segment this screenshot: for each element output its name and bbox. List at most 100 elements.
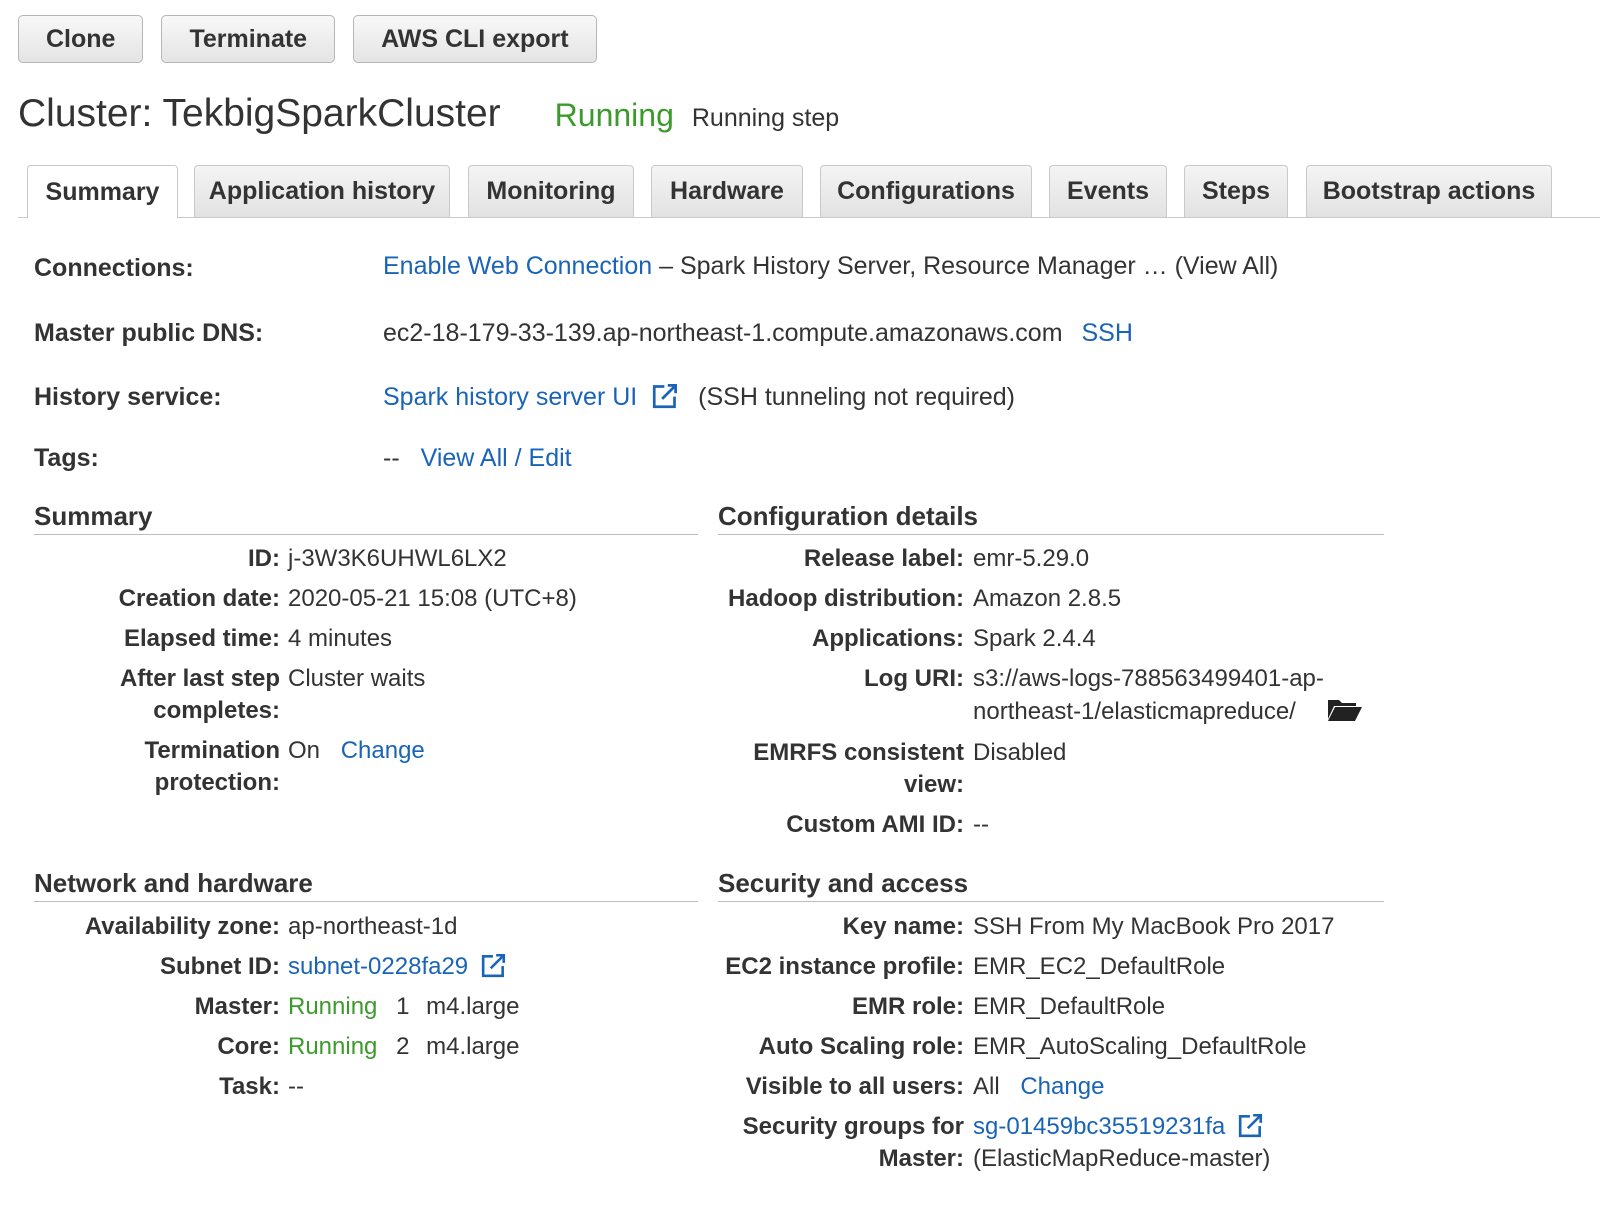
applications-label: Applications: xyxy=(811,625,964,652)
master-value: Running 1 m4.large xyxy=(288,991,519,1023)
after-last-step-label-line1: After last step xyxy=(119,665,280,692)
subnet-id-link[interactable]: subnet-0228fa29 xyxy=(288,953,468,980)
external-link-icon[interactable] xyxy=(1238,1112,1264,1147)
connections-label: Connections: xyxy=(34,254,194,282)
security-groups-master-label-line1: Security groups for xyxy=(742,1113,964,1140)
termination-protection-value: On Change xyxy=(288,735,425,767)
visible-to-all-users-change-link[interactable]: Change xyxy=(1020,1073,1104,1100)
page-title: Cluster: TekbigSparkCluster xyxy=(18,92,501,135)
core-status: Running xyxy=(288,1033,378,1060)
tags-value: -- View All / Edit xyxy=(383,444,572,473)
tab-application-history[interactable]: Application history xyxy=(194,165,450,217)
tab-steps[interactable]: Steps xyxy=(1184,165,1288,217)
termination-protection-label-line2: protection: xyxy=(154,769,280,796)
aws-cli-export-button[interactable]: AWS CLI export xyxy=(353,15,597,63)
network-hardware-heading: Network and hardware xyxy=(34,868,698,902)
external-link-icon[interactable] xyxy=(481,952,507,987)
elapsed-time-value: 4 minutes xyxy=(288,625,393,652)
master-count: 1 xyxy=(396,993,410,1020)
tab-events[interactable]: Events xyxy=(1049,165,1167,217)
termination-protection-label-line1: Termination xyxy=(144,737,280,764)
terminate-button[interactable]: Terminate xyxy=(161,15,336,63)
elapsed-time-label: Elapsed time: xyxy=(123,625,280,652)
security-groups-master-label-line2: Master: xyxy=(878,1145,964,1172)
task-label: Task: xyxy=(219,1073,280,1100)
security-group-name: (ElasticMapReduce-master) xyxy=(973,1145,1271,1172)
master-instance-type: m4.large xyxy=(426,993,520,1020)
folder-open-icon[interactable] xyxy=(1327,696,1363,731)
spark-history-server-link[interactable]: Spark history server UI xyxy=(383,383,637,411)
emrfs-consistent-view-label-line1: EMRFS consistent xyxy=(753,739,964,766)
custom-ami-id-label: Custom AMI ID: xyxy=(786,811,964,838)
emr-role-value: EMR_DefaultRole xyxy=(973,993,1166,1020)
emrfs-consistent-view-label-line2: view: xyxy=(903,771,964,798)
cluster-status-detail: Running step xyxy=(691,104,840,132)
connections-description: – Spark History Server, Resource Manager… xyxy=(659,252,1279,280)
external-link-icon[interactable] xyxy=(652,382,679,416)
ec2-instance-profile-label: EC2 instance profile: xyxy=(725,953,964,980)
visible-to-all-users-state: All xyxy=(973,1073,1000,1100)
security-group-link[interactable]: sg-01459bc35519231fa xyxy=(973,1113,1225,1140)
tags-empty: -- xyxy=(383,444,400,472)
core-instance-type: m4.large xyxy=(426,1033,520,1060)
log-uri-label: Log URI: xyxy=(864,665,964,692)
clone-button[interactable]: Clone xyxy=(18,15,144,63)
core-value: Running 2 m4.large xyxy=(288,1031,519,1063)
master-dns-label: Master public DNS: xyxy=(34,319,264,347)
cluster-header: Cluster: TekbigSparkCluster Running Runn… xyxy=(18,92,839,136)
enable-web-connection-link[interactable]: Enable Web Connection xyxy=(383,252,652,280)
applications-value: Spark 2.4.4 xyxy=(973,625,1096,652)
hadoop-distribution-label: Hadoop distribution: xyxy=(728,585,964,612)
tab-hardware[interactable]: Hardware xyxy=(651,165,803,217)
log-uri-value-line2: northeast-1/elasticmapreduce/ xyxy=(973,698,1296,725)
auto-scaling-role-value: EMR_AutoScaling_DefaultRole xyxy=(973,1033,1307,1060)
tab-summary[interactable]: Summary xyxy=(27,165,178,218)
master-dns-text: ec2-18-179-33-139.ap-northeast-1.compute… xyxy=(383,319,1063,347)
ec2-instance-profile-value: EMR_EC2_DefaultRole xyxy=(973,953,1226,980)
master-dns-value: ec2-18-179-33-139.ap-northeast-1.compute… xyxy=(383,319,1133,348)
subnet-id-value: subnet-0228fa29 xyxy=(288,951,507,987)
log-uri-value-line1: s3://aws-logs-788563499401-ap- xyxy=(973,665,1324,692)
summary-heading: Summary xyxy=(34,501,698,535)
release-label-value: emr-5.29.0 xyxy=(973,545,1090,572)
tags-label: Tags: xyxy=(34,444,99,472)
availability-zone-value: ap-northeast-1d xyxy=(288,913,458,940)
termination-protection-state: On xyxy=(288,737,321,764)
after-last-step-value: Cluster waits xyxy=(288,665,426,692)
security-groups-master-value: sg-01459bc35519231fa xyxy=(973,1111,1264,1147)
auto-scaling-role-label: Auto Scaling role: xyxy=(758,1033,964,1060)
key-name-value: SSH From My MacBook Pro 2017 xyxy=(973,913,1335,940)
master-status: Running xyxy=(288,993,378,1020)
history-service-value: Spark history server UI (SSH tunneling n… xyxy=(383,382,1015,416)
ssh-link[interactable]: SSH xyxy=(1082,319,1133,347)
tags-view-edit-link[interactable]: View All / Edit xyxy=(421,444,572,472)
tab-configurations[interactable]: Configurations xyxy=(820,165,1032,217)
key-name-label: Key name: xyxy=(842,913,964,940)
visible-to-all-users-label: Visible to all users: xyxy=(745,1073,964,1100)
creation-date-label: Creation date: xyxy=(118,585,280,612)
termination-protection-change-link[interactable]: Change xyxy=(341,737,425,764)
toolbar: Clone Terminate AWS CLI export xyxy=(18,15,597,63)
history-service-note: (SSH tunneling not required) xyxy=(698,383,1016,411)
hadoop-distribution-value: Amazon 2.8.5 xyxy=(973,585,1122,612)
tab-bootstrap-actions[interactable]: Bootstrap actions xyxy=(1306,165,1552,217)
after-last-step-label-line2: completes: xyxy=(153,697,280,724)
emr-role-label: EMR role: xyxy=(851,993,964,1020)
visible-to-all-users-value: All Change xyxy=(973,1071,1104,1103)
task-value: -- xyxy=(288,1073,304,1100)
cluster-status: Running xyxy=(554,97,674,133)
connections-value: Enable Web Connection – Spark History Se… xyxy=(383,252,1278,281)
security-access-heading: Security and access xyxy=(718,868,1384,902)
emrfs-consistent-view-value: Disabled xyxy=(973,739,1067,766)
history-service-label: History service: xyxy=(34,383,222,411)
tab-monitoring[interactable]: Monitoring xyxy=(468,165,634,217)
creation-date-value: 2020-05-21 15:08 (UTC+8) xyxy=(288,585,577,612)
cluster-id: j-3W3K6UHWL6LX2 xyxy=(288,545,507,572)
availability-zone-label: Availability zone: xyxy=(84,913,280,940)
configuration-details-heading: Configuration details xyxy=(718,501,1384,535)
subnet-id-label: Subnet ID: xyxy=(160,953,280,980)
custom-ami-id-value: -- xyxy=(973,811,989,838)
release-label-label: Release label: xyxy=(803,545,964,572)
core-count: 2 xyxy=(396,1033,410,1060)
tab-bar: Summary Application history Monitoring H… xyxy=(18,165,1600,218)
